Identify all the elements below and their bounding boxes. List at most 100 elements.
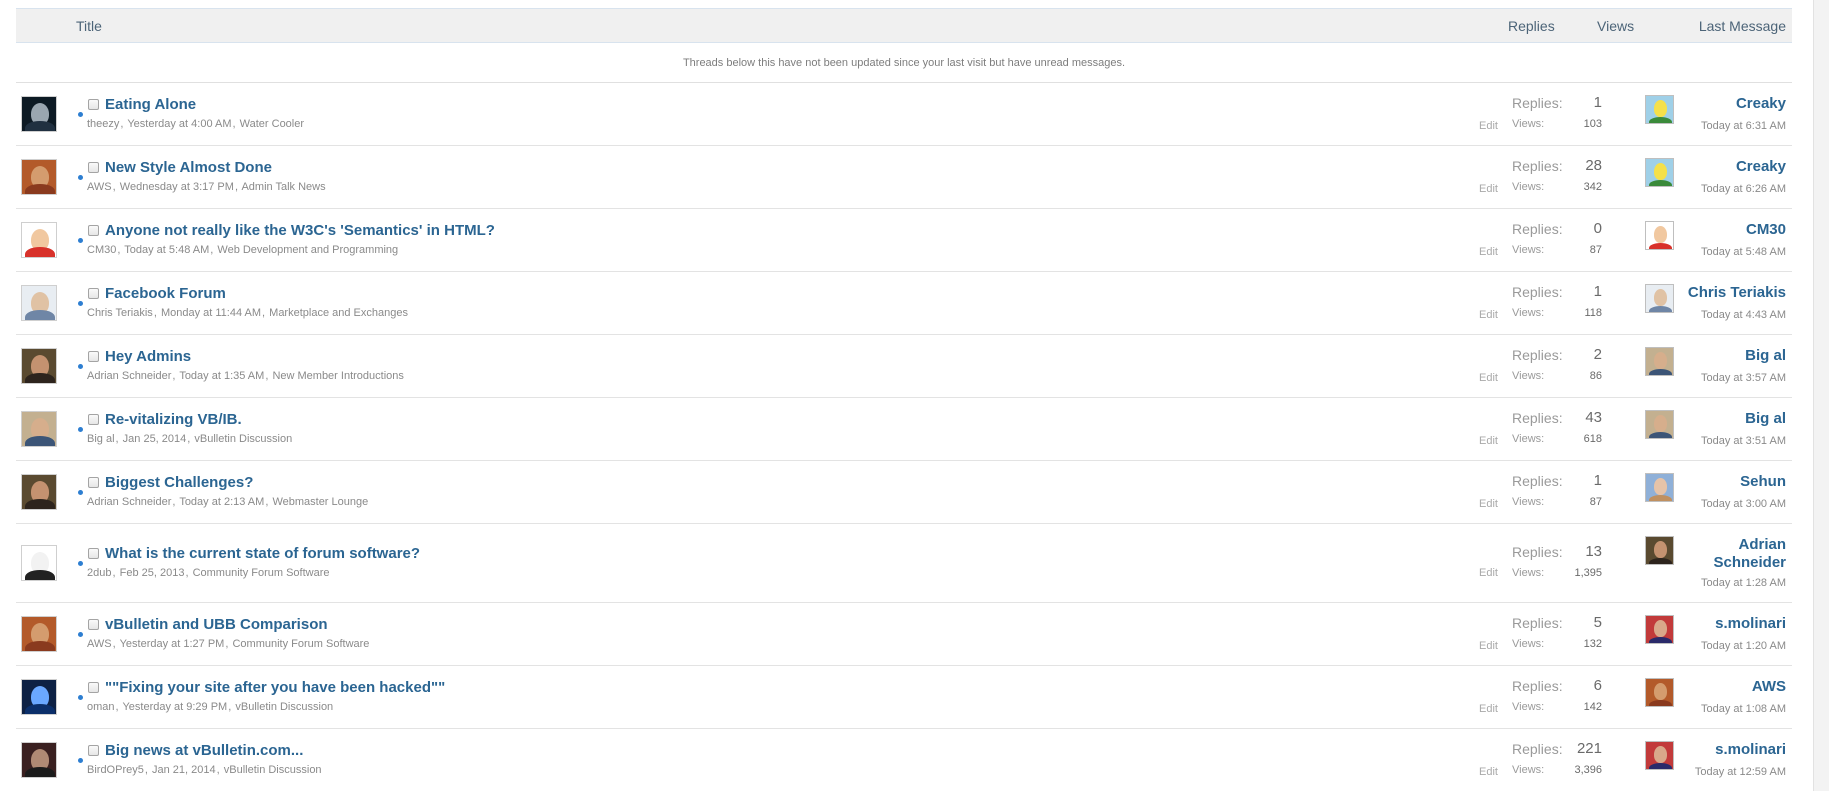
- thread-author-link[interactable]: AWS: [87, 181, 112, 193]
- edit-link[interactable]: Edit: [1479, 372, 1498, 384]
- edit-link[interactable]: Edit: [1479, 703, 1498, 715]
- author-avatar[interactable]: [21, 96, 57, 132]
- thread-title-link[interactable]: Eating Alone: [105, 96, 196, 113]
- thread-forum-link[interactable]: vBulletin Discussion: [235, 701, 333, 713]
- thread-author-link[interactable]: Adrian Schneider: [87, 370, 171, 382]
- author-avatar[interactable]: [21, 545, 57, 581]
- thread-select-checkbox[interactable]: [88, 745, 99, 756]
- last-poster-link[interactable]: CM30: [1676, 221, 1786, 239]
- thread-forum-link[interactable]: Water Cooler: [240, 118, 304, 130]
- last-post-time[interactable]: Today at 3:00 AM: [1701, 498, 1786, 510]
- last-poster-link[interactable]: Big al: [1676, 347, 1786, 365]
- last-post-time[interactable]: Today at 1:08 AM: [1701, 703, 1786, 715]
- author-avatar[interactable]: [21, 474, 57, 510]
- last-poster-link[interactable]: Adrian Schneider: [1676, 536, 1786, 572]
- thread-title-link[interactable]: Anyone not really like the W3C's 'Semant…: [105, 222, 495, 239]
- last-poster-avatar[interactable]: [1645, 678, 1674, 707]
- thread-title-link[interactable]: Big news at vBulletin.com...: [105, 742, 303, 759]
- thread-select-checkbox[interactable]: [88, 414, 99, 425]
- last-poster-avatar[interactable]: [1645, 615, 1674, 644]
- thread-title-link[interactable]: What is the current state of forum softw…: [105, 545, 420, 562]
- thread-select-checkbox[interactable]: [88, 99, 99, 110]
- last-post-time[interactable]: Today at 3:57 AM: [1701, 372, 1786, 384]
- last-poster-link[interactable]: Big al: [1676, 410, 1786, 428]
- last-poster-avatar[interactable]: [1645, 473, 1674, 502]
- thread-forum-link[interactable]: Community Forum Software: [193, 567, 330, 579]
- last-post-time[interactable]: Today at 12:59 AM: [1695, 766, 1786, 778]
- last-poster-link[interactable]: Creaky: [1676, 95, 1786, 113]
- last-post-time[interactable]: Today at 3:51 AM: [1701, 435, 1786, 447]
- last-poster-avatar[interactable]: [1645, 741, 1674, 770]
- last-poster-link[interactable]: Chris Teriakis: [1676, 284, 1786, 302]
- author-avatar[interactable]: [21, 742, 57, 778]
- edit-link[interactable]: Edit: [1479, 309, 1498, 321]
- last-post-time[interactable]: Today at 6:31 AM: [1701, 120, 1786, 132]
- thread-forum-link[interactable]: vBulletin Discussion: [224, 764, 322, 776]
- edit-link[interactable]: Edit: [1479, 183, 1498, 195]
- thread-forum-link[interactable]: Community Forum Software: [232, 638, 369, 650]
- edit-link[interactable]: Edit: [1479, 766, 1498, 778]
- thread-select-checkbox[interactable]: [88, 351, 99, 362]
- column-header-views[interactable]: Views: [1597, 18, 1634, 34]
- scrollbar-track[interactable]: [1813, 0, 1829, 791]
- edit-link[interactable]: Edit: [1479, 435, 1498, 447]
- thread-title-link[interactable]: Facebook Forum: [105, 285, 226, 302]
- edit-link[interactable]: Edit: [1479, 120, 1498, 132]
- thread-author-link[interactable]: 2dub: [87, 567, 111, 579]
- thread-author-link[interactable]: Chris Teriakis: [87, 307, 153, 319]
- author-avatar[interactable]: [21, 616, 57, 652]
- thread-author-link[interactable]: AWS: [87, 638, 112, 650]
- last-post-time[interactable]: Today at 4:43 AM: [1701, 309, 1786, 321]
- thread-select-checkbox[interactable]: [88, 162, 99, 173]
- author-avatar[interactable]: [21, 285, 57, 321]
- last-poster-avatar[interactable]: [1645, 284, 1674, 313]
- author-avatar[interactable]: [21, 679, 57, 715]
- column-header-title[interactable]: Title: [76, 18, 102, 34]
- thread-select-checkbox[interactable]: [88, 619, 99, 630]
- last-poster-avatar[interactable]: [1645, 347, 1674, 376]
- author-avatar[interactable]: [21, 159, 57, 195]
- author-avatar[interactable]: [21, 411, 57, 447]
- thread-author-link[interactable]: CM30: [87, 244, 116, 256]
- edit-link[interactable]: Edit: [1479, 246, 1498, 258]
- last-poster-link[interactable]: Sehun: [1676, 473, 1786, 491]
- last-post-time[interactable]: Today at 1:20 AM: [1701, 640, 1786, 652]
- thread-title-link[interactable]: Re-vitalizing VB/IB.: [105, 411, 242, 428]
- thread-forum-link[interactable]: Webmaster Lounge: [272, 496, 368, 508]
- thread-select-checkbox[interactable]: [88, 477, 99, 488]
- thread-title-link[interactable]: Biggest Challenges?: [105, 474, 253, 491]
- edit-link[interactable]: Edit: [1479, 640, 1498, 652]
- thread-forum-link[interactable]: Marketplace and Exchanges: [269, 307, 408, 319]
- edit-link[interactable]: Edit: [1479, 498, 1498, 510]
- thread-select-checkbox[interactable]: [88, 682, 99, 693]
- thread-forum-link[interactable]: Admin Talk News: [241, 181, 325, 193]
- column-header-replies[interactable]: Replies: [1508, 18, 1555, 34]
- last-poster-link[interactable]: Creaky: [1676, 158, 1786, 176]
- last-poster-avatar[interactable]: [1645, 410, 1674, 439]
- thread-select-checkbox[interactable]: [88, 548, 99, 559]
- thread-title-link[interactable]: New Style Almost Done: [105, 159, 272, 176]
- last-post-time[interactable]: Today at 6:26 AM: [1701, 183, 1786, 195]
- thread-forum-link[interactable]: New Member Introductions: [272, 370, 403, 382]
- last-poster-avatar[interactable]: [1645, 95, 1674, 124]
- thread-author-link[interactable]: Big al: [87, 433, 115, 445]
- last-poster-avatar[interactable]: [1645, 158, 1674, 187]
- edit-link[interactable]: Edit: [1479, 567, 1498, 579]
- last-poster-link[interactable]: s.molinari: [1676, 615, 1786, 633]
- author-avatar[interactable]: [21, 222, 57, 258]
- column-header-last-message[interactable]: Last Message: [1699, 18, 1786, 34]
- thread-title-link[interactable]: Hey Admins: [105, 348, 191, 365]
- last-poster-avatar[interactable]: [1645, 536, 1674, 565]
- thread-title-link[interactable]: vBulletin and UBB Comparison: [105, 616, 328, 633]
- last-post-time[interactable]: Today at 5:48 AM: [1701, 246, 1786, 258]
- last-poster-link[interactable]: s.molinari: [1676, 741, 1786, 759]
- thread-forum-link[interactable]: vBulletin Discussion: [194, 433, 292, 445]
- thread-forum-link[interactable]: Web Development and Programming: [217, 244, 398, 256]
- thread-select-checkbox[interactable]: [88, 288, 99, 299]
- thread-title-link[interactable]: ""Fixing your site after you have been h…: [105, 679, 445, 696]
- thread-author-link[interactable]: Adrian Schneider: [87, 496, 171, 508]
- thread-author-link[interactable]: oman: [87, 701, 115, 713]
- last-post-time[interactable]: Today at 1:28 AM: [1701, 577, 1786, 589]
- thread-author-link[interactable]: theezy: [87, 118, 119, 130]
- thread-author-link[interactable]: BirdOPrey5: [87, 764, 144, 776]
